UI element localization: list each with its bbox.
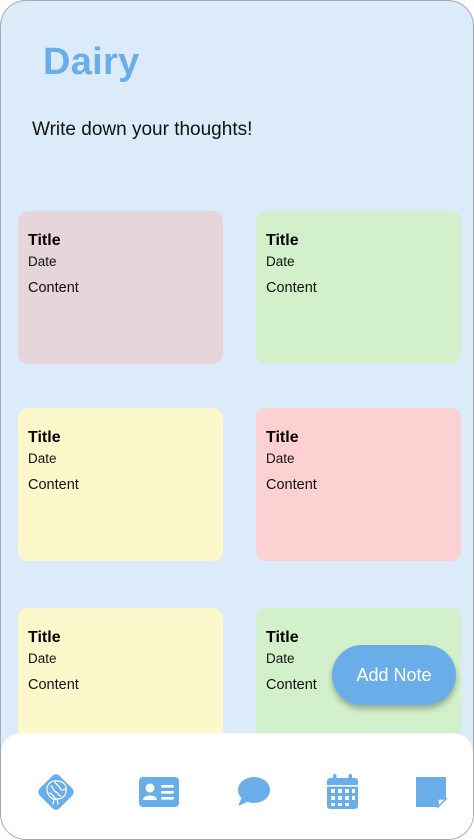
app-screen: Dairy Write down your thoughts! Title Da… — [0, 0, 474, 840]
note-title: Title — [28, 429, 61, 446]
note-date: Date — [266, 254, 295, 269]
note-title: Title — [28, 232, 61, 249]
note-content: Content — [28, 280, 79, 296]
brain-logo-icon — [38, 774, 74, 810]
note-date: Date — [28, 451, 57, 466]
contact-card-icon — [139, 777, 179, 807]
sticky-note-icon — [416, 777, 448, 809]
bottom-nav — [1, 733, 473, 839]
nav-item-notes[interactable] — [408, 769, 454, 815]
calendar-icon — [327, 774, 358, 809]
note-card[interactable]: Title Date Content — [18, 408, 223, 561]
app-subtitle: Write down your thoughts! — [32, 119, 253, 140]
add-note-button[interactable]: Add Note — [332, 645, 456, 705]
app-title: Dairy — [43, 41, 140, 83]
note-content: Content — [266, 280, 317, 296]
nav-item-chat[interactable] — [230, 769, 276, 815]
note-title: Title — [266, 429, 299, 446]
note-date: Date — [28, 254, 57, 269]
nav-item-contacts[interactable] — [136, 769, 182, 815]
note-title: Title — [266, 232, 299, 249]
note-title: Title — [28, 629, 61, 646]
note-card[interactable]: Title Date Content — [18, 211, 223, 364]
nav-item-home[interactable] — [33, 769, 79, 815]
note-card[interactable]: Title Date Content — [256, 408, 461, 561]
note-card[interactable]: Title Date Content — [256, 211, 461, 364]
note-content: Content — [266, 477, 317, 493]
note-date: Date — [28, 651, 57, 666]
note-content: Content — [28, 477, 79, 493]
nav-item-calendar[interactable] — [319, 769, 365, 815]
note-content: Content — [28, 677, 79, 693]
chat-bubble-icon — [238, 777, 270, 806]
note-date: Date — [266, 451, 295, 466]
